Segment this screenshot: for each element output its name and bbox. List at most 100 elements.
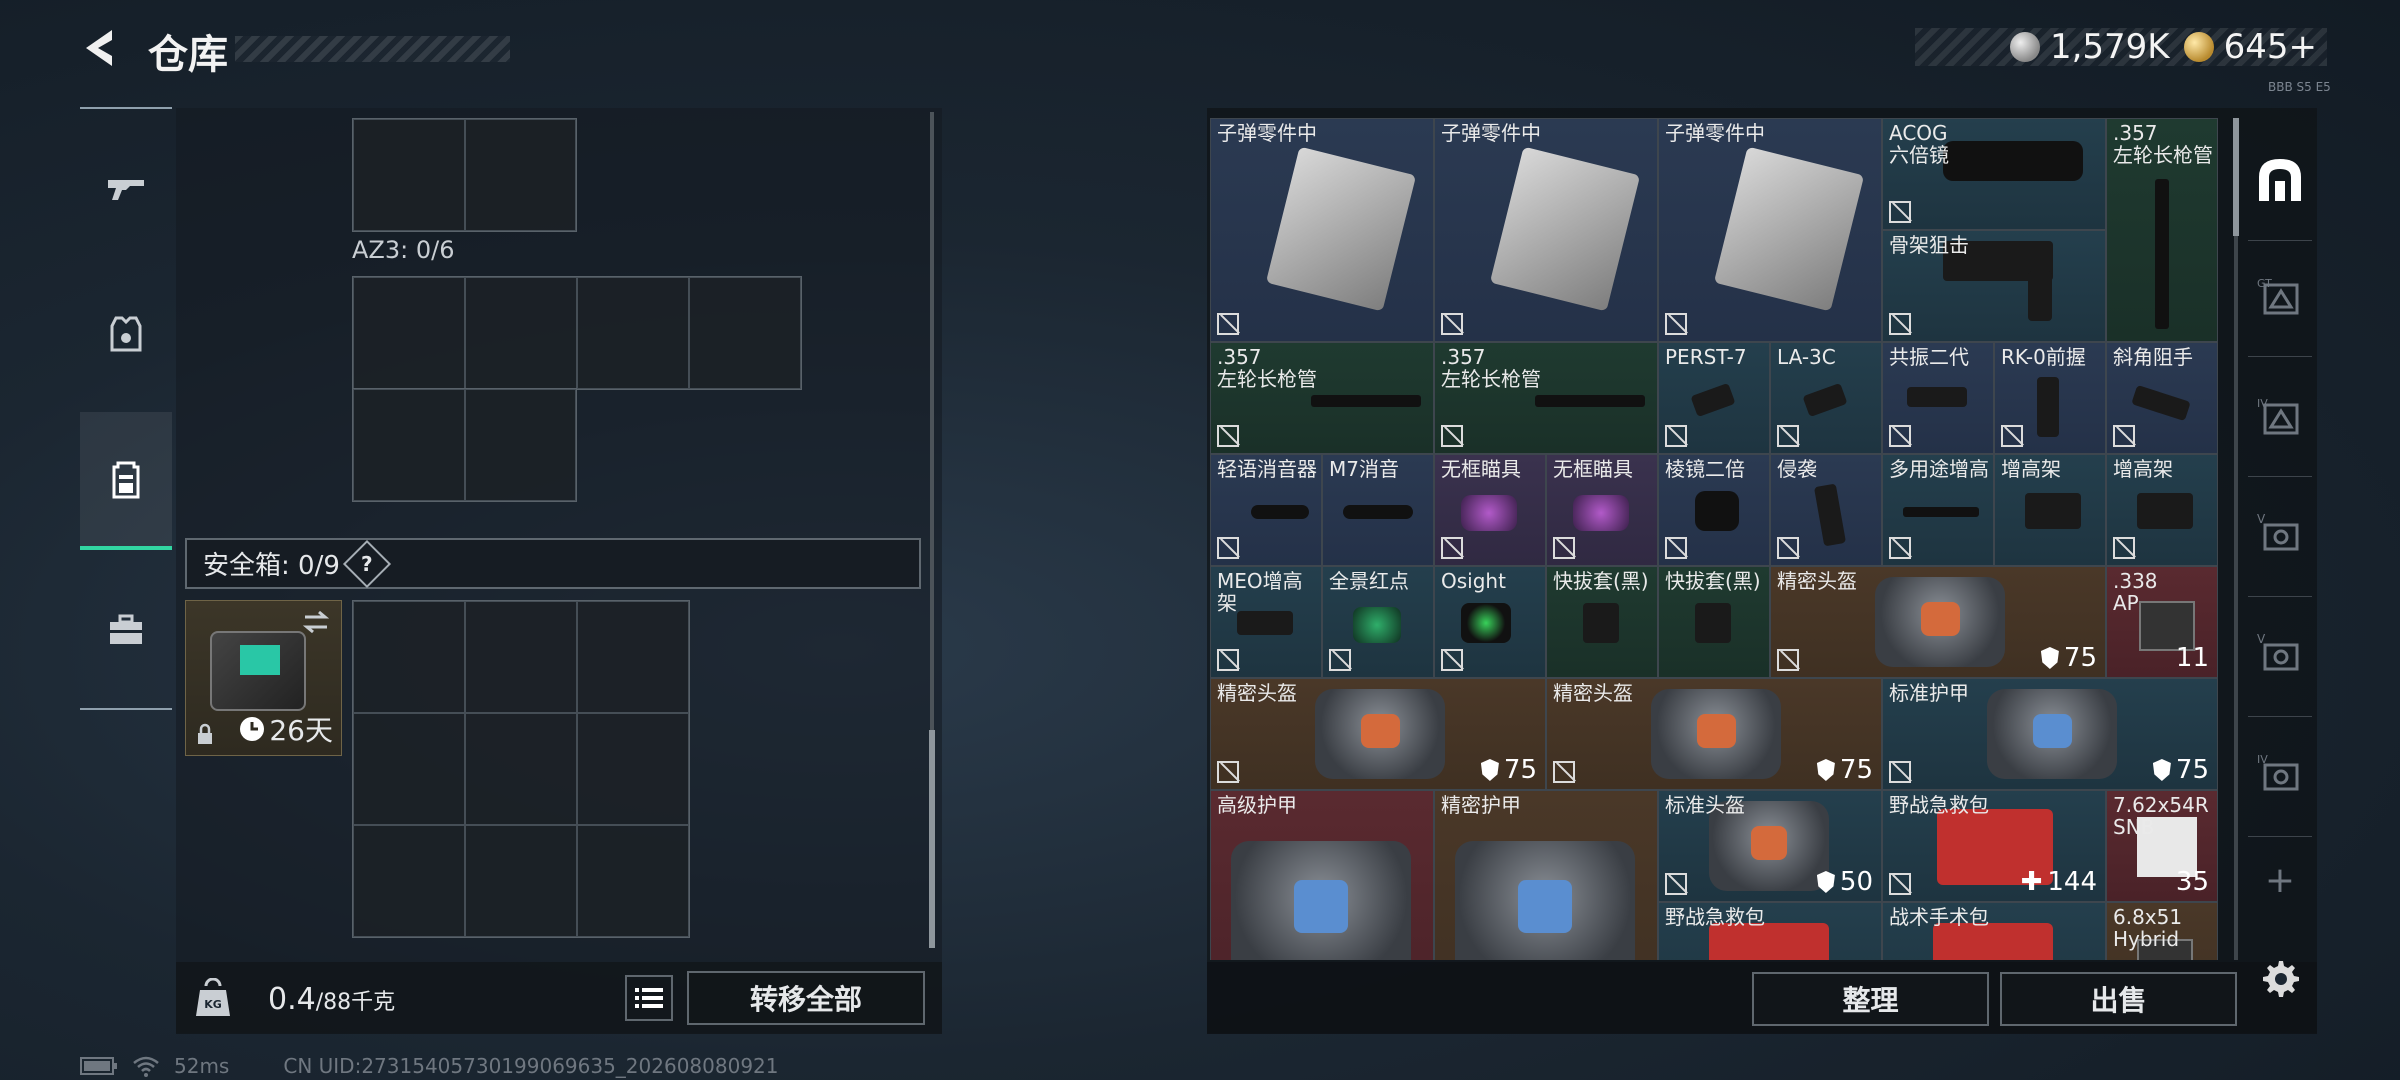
right-scroll-thumb[interactable] [2233,118,2239,236]
grid-cell[interactable] [465,713,577,825]
inventory-item[interactable]: 增高架 [2106,454,2218,566]
inventory-item[interactable]: 6.8x51 Hybrid [2106,902,2218,960]
nav-toolbox[interactable] [80,582,172,678]
sort-button[interactable]: 整理 [1752,972,1989,1026]
inventory-item[interactable]: LA-3C [1770,342,1882,454]
inventory-item[interactable]: 精密头盔 75 [1770,566,2106,678]
inventory-item[interactable]: 精密头盔 75 [1210,678,1546,790]
inventory-item[interactable]: 多用途增高 [1882,454,1994,566]
inventory-item[interactable]: 战术手术包 [1882,902,2106,960]
inventory-item[interactable]: 共振二代 [1882,342,1994,454]
grid-cell[interactable] [353,713,465,825]
currency-secondary[interactable]: 645+ [2183,27,2317,67]
item-name: 棱镜二倍 [1665,457,1745,481]
no-insure-icon [1665,313,1687,335]
right-scroll-track[interactable] [2234,118,2238,960]
inventory-item[interactable]: .338 AP 11 [2106,566,2218,678]
inventory-item[interactable]: 增高架 [1994,454,2106,566]
back-button[interactable] [78,26,122,70]
inventory-item[interactable]: 子弹零件中 [1434,118,1658,342]
gtv-tab-1[interactable]: GT [2248,250,2312,346]
inventory-item[interactable]: ACOG 六倍镜 [1882,118,2106,230]
inventory-item[interactable]: 7.62x54R SNB 35 [2106,790,2218,902]
grid-cell[interactable] [465,277,577,389]
nav-weapons[interactable] [80,140,172,236]
grid-cell[interactable] [465,389,576,501]
item-name: RK-0前握 [2001,345,2086,369]
inventory-item[interactable]: .357 左轮长枪管 [1210,342,1434,454]
suppressor-image [1343,505,1413,519]
inventory-item[interactable]: 高级护甲 [1210,790,1434,960]
grid-cell[interactable] [577,277,689,389]
nav-backpack[interactable] [80,412,172,550]
no-insure-icon [1553,537,1575,559]
safe-box-item[interactable]: 26天 [185,600,342,756]
grid-cell[interactable] [353,119,465,231]
list-view-button[interactable] [625,975,673,1021]
help-icon[interactable]: ? [342,539,391,588]
inventory-item[interactable]: 无框瞄具 [1434,454,1546,566]
gold-coin-icon [2183,32,2214,62]
gtv-tab-2[interactable]: IV [2248,370,2312,466]
grid-cell[interactable] [689,277,801,389]
inventory-item[interactable]: 斜角阻手 [2106,342,2218,454]
inventory-item[interactable]: 标准头盔 50 [1658,790,1882,902]
scope-image [1943,141,2083,181]
grid-cell[interactable] [353,277,465,389]
item-name: 骨架狙击 [1889,233,1969,257]
inventory-item[interactable]: 棱镜二倍 [1658,454,1770,566]
inventory-item[interactable]: 骨架狙击 [1882,230,2106,342]
inventory-item[interactable]: 快拔套(黑) [1658,566,1770,678]
no-insure-icon [1217,313,1239,335]
v-tab-3[interactable]: IV [2248,726,2312,822]
left-scroll-thumb[interactable] [929,730,935,948]
grid-cell[interactable] [577,825,689,937]
home-tab[interactable] [2248,132,2312,228]
inventory-item[interactable]: 子弹零件中 [1658,118,1882,342]
item-name: 子弹零件中 [1441,121,1541,145]
ammo-parts-image [1265,146,1417,312]
grid-cell[interactable] [465,119,576,231]
inventory-item[interactable]: 全景红点 [1322,566,1434,678]
currency-primary[interactable]: 1,579K [2009,27,2170,67]
battery-icon [80,1057,117,1075]
add-tab-button[interactable]: + [2248,850,2312,910]
inventory-item[interactable]: .357 左轮长枪管 [2106,118,2218,342]
inventory-item[interactable]: MEO增高架 [1210,566,1322,678]
inventory-item[interactable]: 侵袭 [1770,454,1882,566]
inventory-item[interactable]: 无框瞄具 [1546,454,1658,566]
grid-cell[interactable] [353,389,465,501]
item-name: 多用途增高 [1889,457,1989,481]
inventory-item[interactable]: 精密护甲 [1434,790,1658,960]
v-case-icon: V [2257,512,2299,551]
grid-cell[interactable] [577,601,689,713]
grid-cell[interactable] [465,601,577,713]
inventory-item[interactable]: 野战急救包 [1658,902,1882,960]
helmet-image [1875,577,2005,667]
inventory-item[interactable]: 子弹零件中 [1210,118,1434,342]
inventory-item[interactable]: .357 左轮长枪管 [1434,342,1658,454]
tab-divider [2248,716,2312,717]
v-tab-2[interactable]: V [2248,606,2312,702]
inventory-item[interactable]: PERST-7 [1658,342,1770,454]
nav-ammo[interactable] [80,286,172,382]
grid-cell[interactable] [465,825,577,937]
swap-icon[interactable] [301,609,331,635]
inventory-item[interactable]: 精密头盔 75 [1546,678,1882,790]
red-dot-image [1461,495,1517,531]
inventory-item[interactable]: M7消音 [1322,454,1434,566]
inventory-item[interactable]: 轻语消音器 [1210,454,1322,566]
item-name: 斜角阻手 [2113,345,2193,369]
grid-cell[interactable] [353,601,465,713]
inventory-item[interactable]: 快拔套(黑) [1546,566,1658,678]
transfer-all-button[interactable]: 转移全部 [687,971,925,1025]
sell-button[interactable]: 出售 [2000,972,2237,1026]
inventory-item[interactable]: Osight [1434,566,1546,678]
settings-button[interactable] [2252,952,2306,1006]
inventory-item[interactable]: 标准护甲 75 [1882,678,2218,790]
v-tab-1[interactable]: V [2248,486,2312,582]
grid-cell[interactable] [353,825,465,937]
grid-cell[interactable] [577,713,689,825]
inventory-item[interactable]: 野战急救包 ✚ 144 [1882,790,2106,902]
inventory-item[interactable]: RK-0前握 [1994,342,2106,454]
